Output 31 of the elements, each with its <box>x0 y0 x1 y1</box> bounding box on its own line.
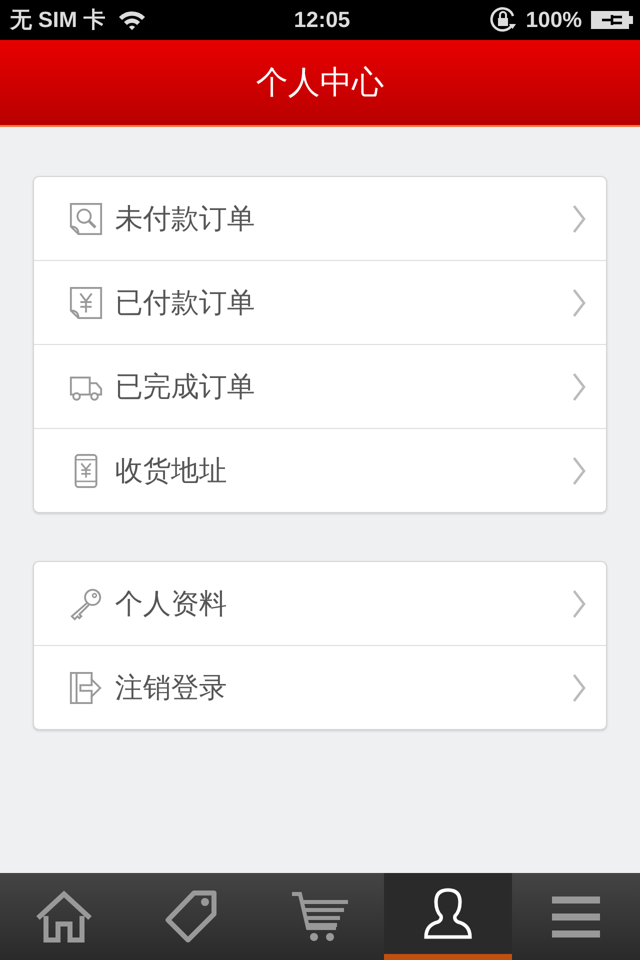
user-tab[interactable] <box>384 873 512 960</box>
clock-text: 12:05 <box>294 7 350 33</box>
menu-label: 已完成订单 <box>115 368 256 404</box>
menu-label: 已付款订单 <box>115 284 256 320</box>
menu-item[interactable]: 注销登录 <box>34 645 606 729</box>
carrier-text: 无 SIM 卡 <box>10 6 106 34</box>
menu-label: 个人资料 <box>115 586 228 622</box>
home-icon <box>34 890 94 944</box>
wifi-icon <box>117 9 148 31</box>
exit-icon <box>69 670 103 704</box>
menu-item[interactable]: 已完成订单 <box>34 344 606 428</box>
page-title: 个人中心 <box>256 62 384 102</box>
menu-item[interactable]: 未付款订单 <box>34 177 606 260</box>
chevron-right-icon <box>572 204 586 234</box>
battery-icon <box>590 9 634 31</box>
chevron-right-icon <box>572 372 586 402</box>
cart-icon <box>290 890 350 944</box>
menu-item[interactable]: 已付款订单 <box>34 260 606 344</box>
menu-label: 收货地址 <box>115 452 228 488</box>
menu-label: 未付款订单 <box>115 200 256 236</box>
key-icon <box>69 586 103 620</box>
menu-item[interactable]: 个人资料 <box>34 562 606 645</box>
battery-text: 100% <box>526 7 582 33</box>
chevron-right-icon <box>572 288 586 318</box>
chevron-right-icon <box>572 456 586 486</box>
menu-item[interactable]: 收货地址 <box>34 428 606 512</box>
chevron-right-icon <box>572 672 586 702</box>
yen-document-icon <box>69 286 103 320</box>
chevron-right-icon <box>572 588 586 618</box>
search-document-icon <box>69 202 103 236</box>
menu-label: 注销登录 <box>115 670 228 706</box>
